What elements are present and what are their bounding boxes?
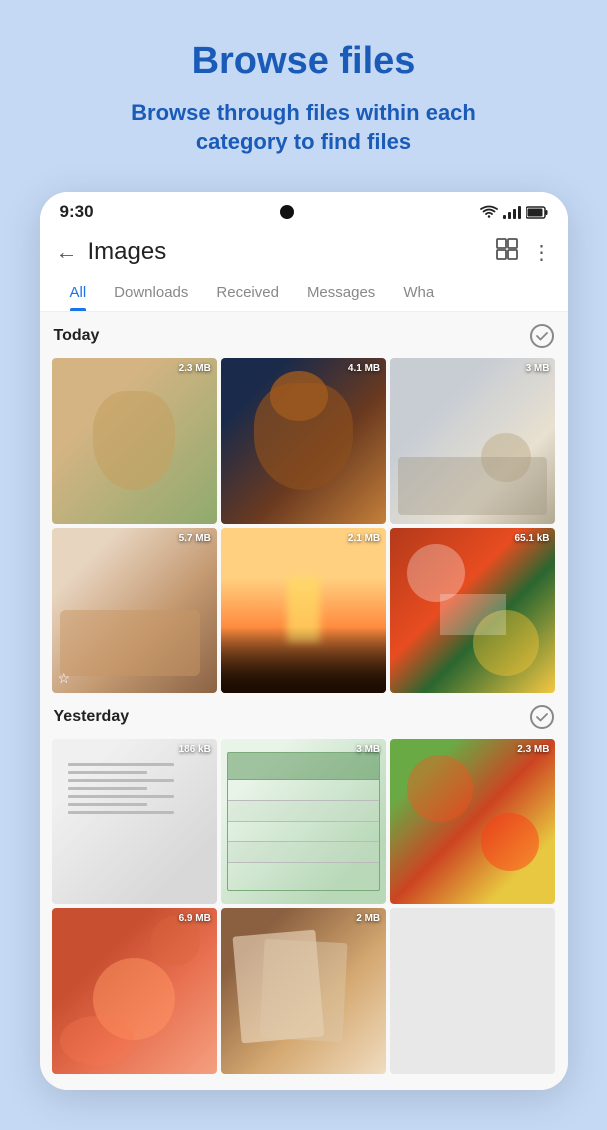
image-item[interactable]: 5.7 MB ☆ <box>52 528 217 693</box>
tab-received[interactable]: Received <box>202 274 293 311</box>
image-size-badge: 5.7 MB <box>179 533 211 544</box>
tab-all[interactable]: All <box>56 274 101 311</box>
image-item[interactable]: 4.1 MB <box>221 358 386 523</box>
yesterday-row-2: 6.9 MB 2 MB <box>52 908 556 1073</box>
image-size-badge: 186 kB <box>179 744 211 755</box>
tab-messages[interactable]: Messages <box>293 274 389 311</box>
signal-icon <box>503 205 521 219</box>
image-item[interactable]: 2 MB <box>221 908 386 1073</box>
status-time: 9:30 <box>60 202 94 222</box>
image-size-badge: 6.9 MB <box>179 913 211 924</box>
status-bar: 9:30 <box>40 192 568 230</box>
image-item[interactable]: 6.9 MB <box>52 908 217 1073</box>
star-icon: ☆ <box>58 670 71 687</box>
today-label: Today <box>54 327 100 345</box>
tabs-row: All Downloads Received Messages Wha <box>40 274 568 312</box>
toolbar: ← Images ⋮ <box>40 230 568 274</box>
today-row-1: 2.3 MB 4.1 MB 3 MB <box>52 358 556 523</box>
image-item[interactable]: 3 MB <box>221 739 386 904</box>
today-row-2: 5.7 MB ☆ 2.1 MB 65.1 kB <box>52 528 556 693</box>
page-subtitle: Browse through files within each categor… <box>89 99 519 156</box>
more-options-button[interactable]: ⋮ <box>532 240 552 265</box>
camera-notch <box>280 205 294 219</box>
image-size-badge: 2.1 MB <box>348 533 380 544</box>
image-size-badge: 2.3 MB <box>517 744 549 755</box>
toolbar-title: Images <box>88 238 496 266</box>
image-item[interactable]: 2.1 MB <box>221 528 386 693</box>
image-size-badge: 3 MB <box>356 744 380 755</box>
today-select-all[interactable] <box>530 324 554 348</box>
image-size-badge: 2.3 MB <box>179 363 211 374</box>
image-size-badge: 3 MB <box>526 363 550 374</box>
yesterday-section-header: Yesterday <box>52 705 556 729</box>
image-item[interactable]: 2.3 MB <box>52 358 217 523</box>
image-item[interactable]: 3 MB <box>390 358 555 523</box>
page-title: Browse files <box>192 40 416 83</box>
toolbar-actions: ⋮ <box>496 238 552 266</box>
tab-downloads[interactable]: Downloads <box>100 274 202 311</box>
content-area: Today 2.3 MB 4.1 MB <box>40 312 568 1089</box>
image-placeholder <box>390 908 555 1073</box>
today-section-header: Today <box>52 324 556 348</box>
back-button[interactable]: ← <box>56 239 78 265</box>
status-icons <box>480 205 548 219</box>
image-item[interactable]: 2.3 MB <box>390 739 555 904</box>
image-item[interactable]: 186 kB <box>52 739 217 904</box>
image-size-badge: 65.1 kB <box>514 533 549 544</box>
tab-wha[interactable]: Wha <box>389 274 448 311</box>
battery-icon <box>526 206 548 219</box>
yesterday-select-all[interactable] <box>530 705 554 729</box>
yesterday-row-1: 186 kB 3 MB 2.3 MB <box>52 739 556 904</box>
image-size-badge: 4.1 MB <box>348 363 380 374</box>
image-item[interactable]: 65.1 kB <box>390 528 555 693</box>
grid-icon <box>496 238 518 260</box>
image-size-badge: 2 MB <box>356 913 380 924</box>
yesterday-label: Yesterday <box>54 708 130 726</box>
phone-frame: 9:30 ← <box>40 192 568 1089</box>
grid-view-button[interactable] <box>496 238 518 266</box>
wifi-icon <box>480 205 498 219</box>
